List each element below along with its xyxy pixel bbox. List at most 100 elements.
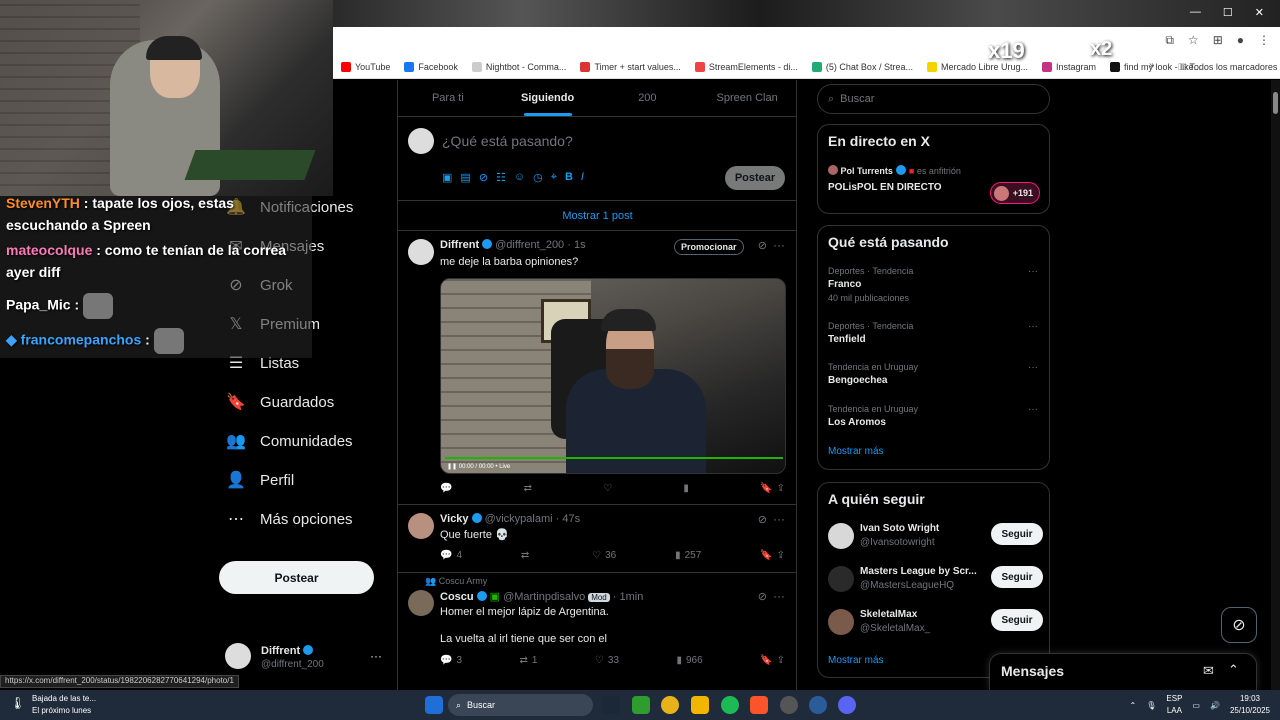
tab-siguiendo[interactable]: Siguiendo [498,80,598,116]
tweet-time[interactable]: · 47s [556,513,580,525]
folder-icon[interactable] [691,696,709,714]
grok-icon[interactable]: ⊘ [758,590,767,603]
post-button[interactable]: Postear [219,561,374,594]
menu-icon[interactable]: ⋮ [1258,33,1270,48]
search-input[interactable]: ⌕ Buscar [817,84,1050,114]
tweet[interactable]: Diffrent @diffrent_200 · 1s Promocionar ⊘… [398,231,797,505]
maximize-button[interactable]: ☐ [1223,6,1233,19]
new-message-icon[interactable]: ✉ [1203,663,1214,679]
community-label[interactable]: 👥 Coscu Army [425,576,487,587]
poll-icon[interactable]: ☷ [496,171,506,184]
tweet-time[interactable]: · 1min [613,591,644,603]
scrollbar-thumb[interactable] [1273,92,1278,114]
extensions-icon[interactable]: ⊞ [1213,33,1223,48]
nav-item-comunidades[interactable]: 👥 Comunidades [218,429,353,453]
trend-item[interactable]: Deportes · Tendencia Tenfield ··· [828,321,1038,345]
show-new-posts[interactable]: Mostrar 1 post [398,201,797,231]
start-icon[interactable] [425,696,443,714]
grok-button[interactable]: ⊘ [1221,607,1257,643]
live-listeners[interactable]: +191 [990,182,1040,204]
tweet-time[interactable]: · 1s [567,239,585,251]
video-controls[interactable]: ❚❚ 00:00 / 00:00 • Live [447,463,510,470]
follow-show-more[interactable]: Mostrar más [828,655,884,666]
star-icon[interactable]: ☆ [1188,33,1199,48]
scrollbar[interactable] [1271,80,1280,690]
bookmark-button[interactable]: 🔖 ⇪ [760,483,785,494]
chrome-icon[interactable] [661,696,679,714]
live-host[interactable]: Pol Turrents ■ es anfitrión [828,165,961,176]
tab-spreen-clan[interactable]: Spreen Clan [697,80,797,116]
account-switcher[interactable]: Diffrent @diffrent_200 ··· [225,640,390,674]
live-broadcast[interactable]: POLisPOL EN DIRECTO [828,182,942,193]
grok-icon[interactable]: ⊘ [758,513,767,526]
reply-button[interactable]: 💬 3 [440,655,462,666]
bookmark-item[interactable]: Facebook [404,61,458,72]
location-icon[interactable]: ⌖ [551,171,557,184]
trend-item[interactable]: Tendencia en Uruguay Bengoechea ··· [828,362,1038,386]
bookmark-item[interactable]: StreamElements - di... [694,61,798,72]
views-button[interactable]: ▮ 966 [676,655,702,666]
like-button[interactable]: ♡ 36 [592,550,616,561]
image-icon[interactable]: ▣ [442,171,452,184]
bookmark-item[interactable]: Instagram [1042,61,1096,72]
tab-200[interactable]: 200 [598,80,698,116]
bookmarks-overflow-icon[interactable]: » [1149,60,1155,71]
follow-button[interactable]: Seguir [991,523,1043,545]
bookmark-item[interactable]: Timer + start values... [580,61,681,72]
follow-button[interactable]: Seguir [991,566,1043,588]
cast-icon[interactable]: ⧉ [1165,33,1174,48]
trend-item[interactable]: Tendencia en Uruguay Los Aromos ··· [828,404,1038,428]
tweet[interactable]: Vicky @vickypalami · 47s ⊘ ··· Que fuerte… [398,505,797,573]
more-icon[interactable]: ··· [773,238,785,252]
follow-suggestion[interactable]: Ivan Soto Wright @Ivansotowright Seguir [828,523,1043,553]
follow-suggestion[interactable]: SkeletalMax @SkeletalMax_ Seguir [828,609,1043,639]
like-button[interactable]: ♡ 33 [595,655,619,666]
minimize-button[interactable]: — [1190,6,1201,19]
share-icon[interactable]: ⇪ [777,483,785,494]
trends-show-more[interactable]: Mostrar más [828,446,884,457]
retweet-button[interactable]: ⇄ [524,483,536,494]
bookmark-item[interactable]: YouTube [341,61,390,72]
weather-widget[interactable]: 🌡 Bajada de las te... El próximo lunes [10,693,96,717]
like-button[interactable]: ♡ [603,483,616,494]
more-icon[interactable]: ··· [773,512,785,526]
author-handle[interactable]: @Martinpdisalvo [503,591,585,603]
app-icon[interactable] [809,696,827,714]
reply-button[interactable]: 💬 4 [440,550,462,561]
taskbar-search[interactable]: ⌕ Buscar [448,694,593,716]
discord-icon[interactable] [838,696,856,714]
display-icon[interactable]: ▭ [1192,701,1200,710]
spotify-icon[interactable] [721,696,739,714]
more-icon[interactable]: ··· [773,589,785,603]
grok-icon[interactable]: ⊘ [479,171,488,184]
bookmark-item[interactable]: Nightbot - Comma... [471,61,566,72]
volume-icon[interactable]: 🔊 [1210,701,1220,710]
minecraft-icon[interactable] [632,696,650,714]
author-name[interactable]: Diffrent [440,239,479,251]
composer-input[interactable]: ¿Qué está pasando? [442,133,573,149]
brave-icon[interactable] [750,696,768,714]
retweet-button[interactable]: ⇄ 1 [519,655,537,666]
author-name[interactable]: Coscu [440,591,474,603]
bookmark-button[interactable]: 🔖 ⇪ [760,550,785,561]
more-icon[interactable]: ··· [1028,266,1038,277]
steam-icon[interactable] [602,696,620,714]
nav-item-guardados[interactable]: 🔖 Guardados [218,390,334,414]
author-handle[interactable]: @vickypalami [485,513,553,525]
trend-item[interactable]: Deportes · Tendencia Franco 40 mil publica… [828,266,1038,303]
more-icon[interactable]: ··· [1028,404,1038,415]
pause-icon[interactable]: ❚❚ [447,464,457,470]
share-icon[interactable]: ⇪ [777,550,785,561]
chevron-up-icon[interactable]: ⌃ [1130,701,1137,710]
all-bookmarks[interactable]: 🗀 Todos los marcadores [1178,60,1277,76]
expand-icon[interactable]: ⌃ [1228,662,1239,678]
mic-icon[interactable]: 🎙 [1146,701,1156,710]
share-icon[interactable]: ⇪ [777,655,785,666]
more-icon[interactable]: ··· [1028,321,1038,332]
views-button[interactable]: ▮ 257 [675,550,701,561]
bookmark-button[interactable]: 🔖 ⇪ [760,655,785,666]
clock[interactable]: 19:03 25/10/2025 [1230,693,1270,717]
nav-item-más-opciones[interactable]: ⋯ Más opciones [218,507,353,531]
tweet[interactable]: 👥 Coscu Army Coscu ▣ @Martinpdisalvo Mod · … [398,573,797,690]
tab-para-ti[interactable]: Para ti [398,80,498,116]
